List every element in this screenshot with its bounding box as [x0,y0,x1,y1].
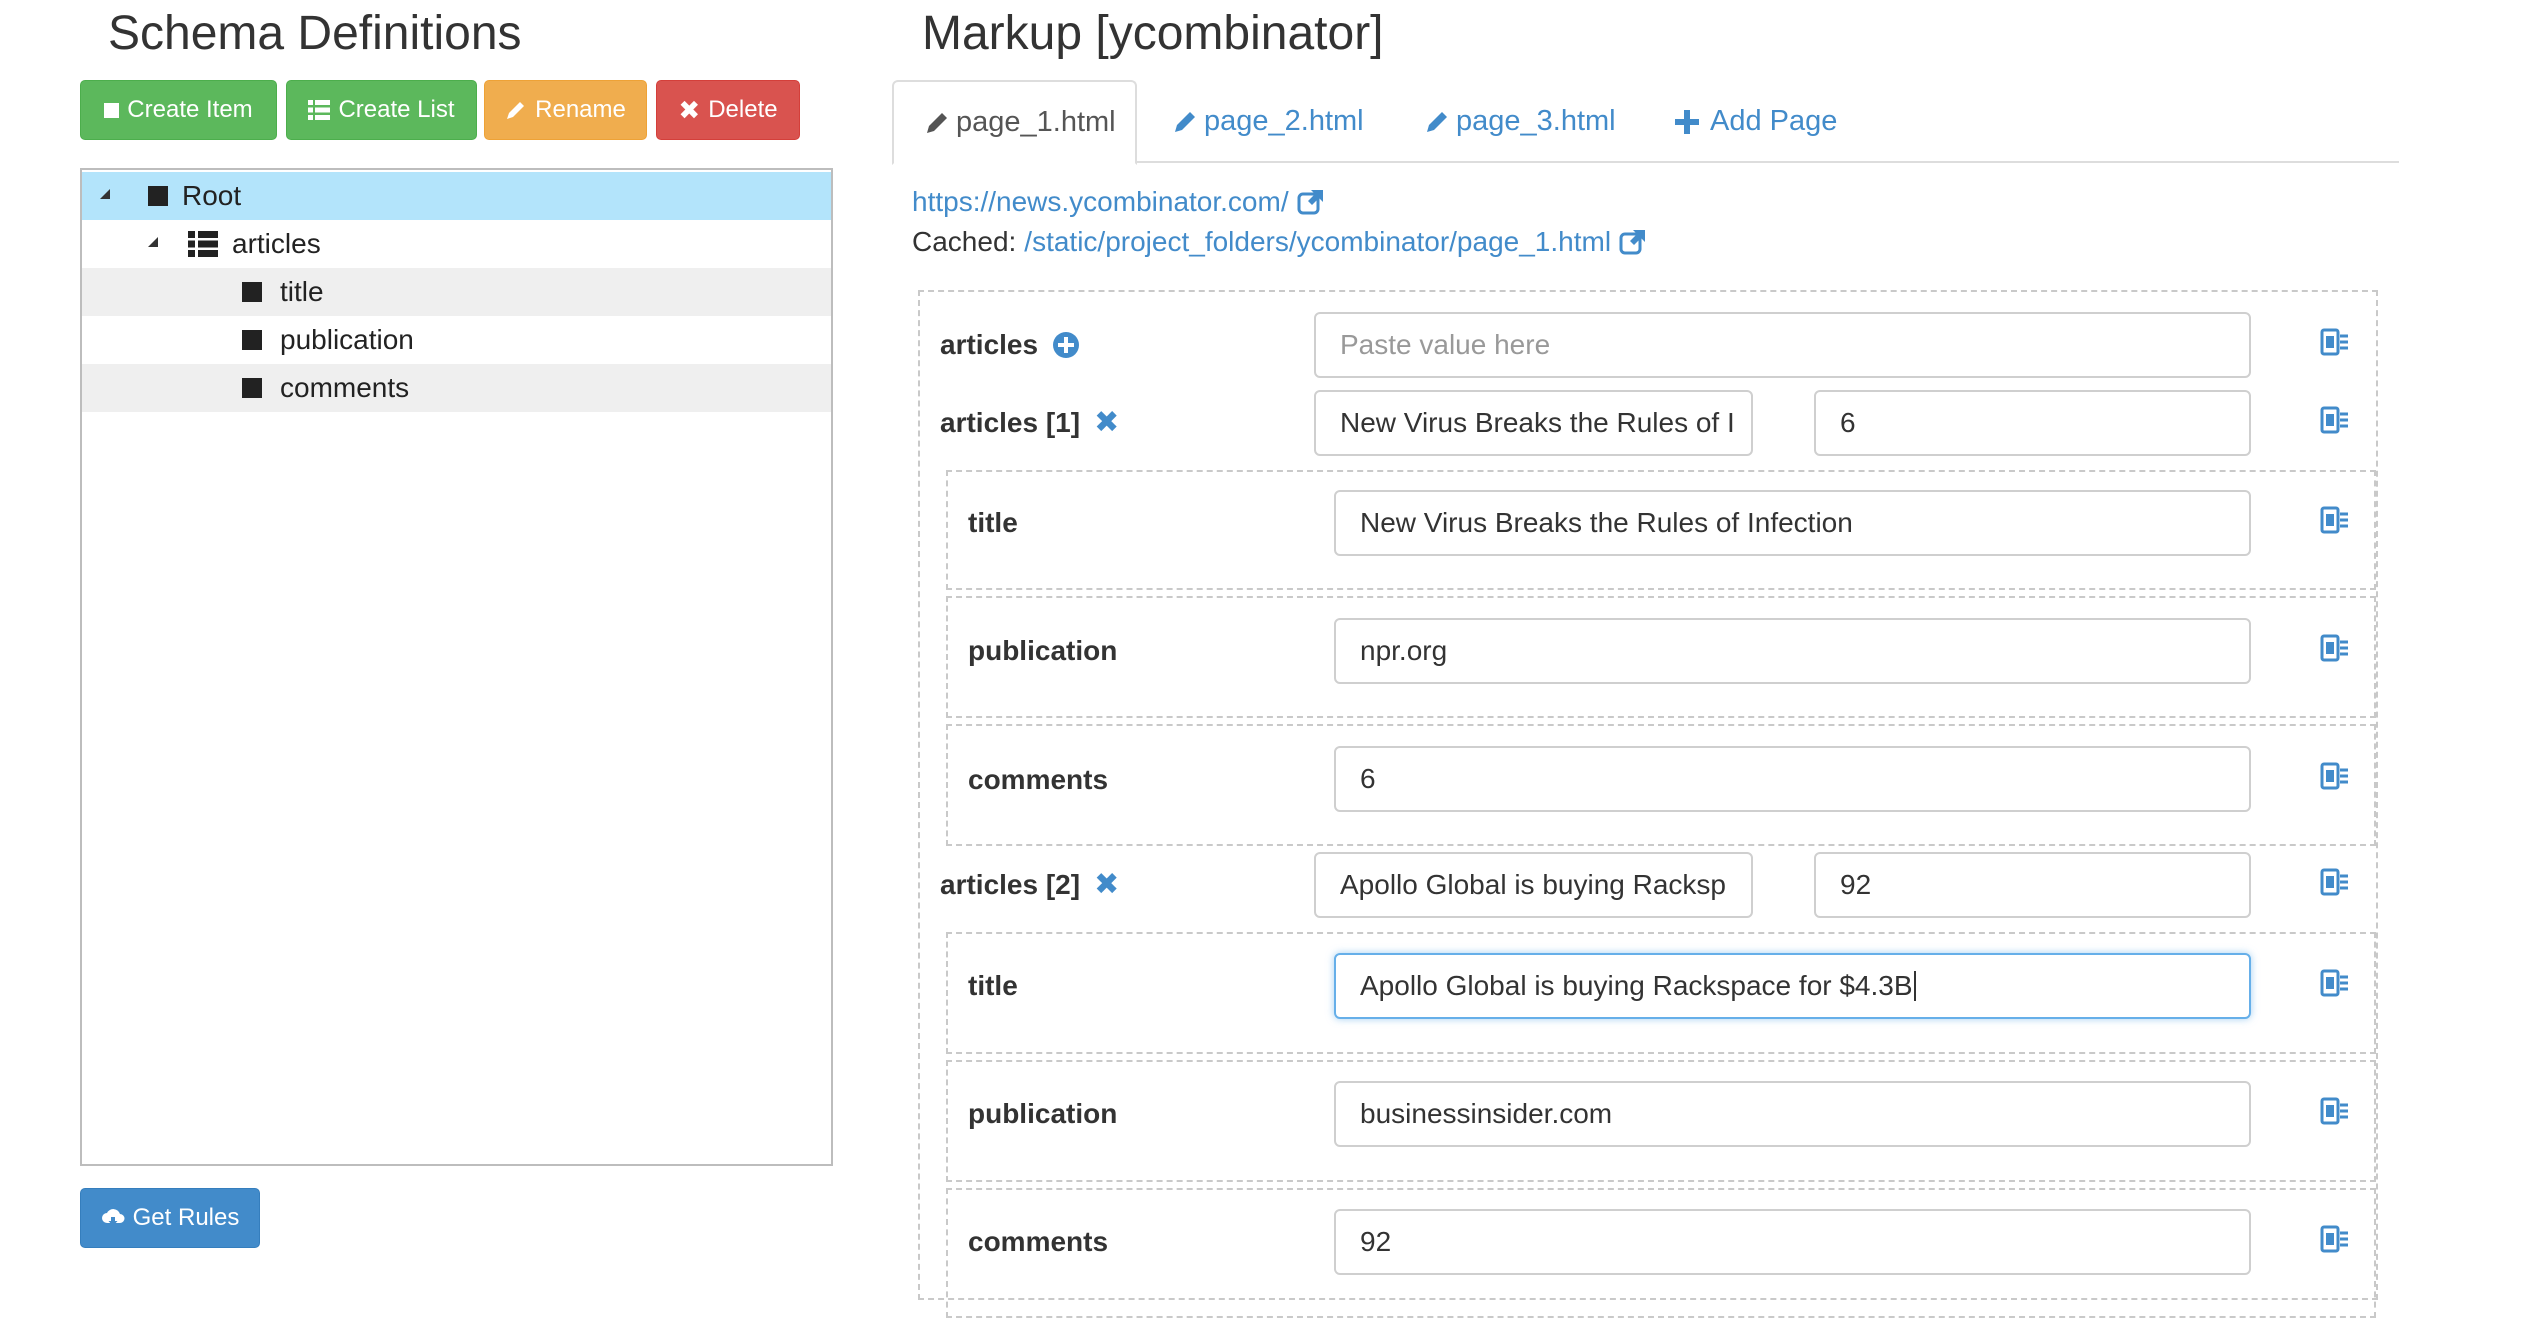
tab-label: page_2.html [1204,105,1364,137]
pencil-icon [1175,111,1195,132]
x-icon: ✖ [678,94,701,125]
selector-icon[interactable] [2320,328,2350,356]
articles-2-label-row: articles [2] ✖ [940,867,1119,903]
create-item-label: Create Item [127,96,253,123]
article-2-title-input[interactable]: Apollo Global is buying Rackspace for $4… [1334,953,2251,1019]
create-list-button[interactable]: Create List [286,80,477,140]
cached-row: Cached: /static/project_folders/ycombina… [912,226,1647,258]
pencil-icon [1427,111,1447,132]
plus-icon [1675,109,1699,134]
get-rules-label: Get Rules [132,1204,240,1231]
selector-icon[interactable] [2320,1225,2350,1253]
pencil-icon [505,99,527,121]
external-link-icon[interactable] [1619,228,1647,256]
article-2-title-value: Apollo Global is buying Rackspace for $4… [1360,970,1913,1001]
tab-page-3[interactable]: page_3.html [1424,80,1616,163]
add-page-tab[interactable]: Add Page [1674,80,1837,163]
pencil-icon [927,112,947,133]
collapse-caret-icon[interactable] [100,189,110,199]
tab-label: page_3.html [1456,105,1616,137]
add-circle-icon[interactable] [1052,331,1080,359]
articles-1-count-input[interactable]: 6 [1814,390,2251,456]
selector-icon[interactable] [2320,969,2350,997]
tab-page-2[interactable]: page_2.html [1172,80,1364,163]
delete-button[interactable]: ✖ Delete [656,80,800,140]
create-item-button[interactable]: Create Item [80,80,277,140]
cloud-download-icon [101,1208,125,1228]
article-1-comments-input[interactable]: 6 [1334,746,2251,812]
field-label: comments [968,1226,1109,1257]
list-icon [308,100,331,120]
selector-icon[interactable] [2320,762,2350,790]
source-url-link[interactable]: https://news.ycombinator.com/ [912,186,1289,218]
tree-node-label: title [280,276,324,307]
list-icon [188,231,218,257]
tree-node-label: comments [280,372,410,403]
square-icon [104,102,120,118]
articles-1-label-row: articles [1] ✖ [940,405,1119,441]
articles-1-value-input[interactable]: New Virus Breaks the Rules of I [1314,390,1753,456]
selector-icon[interactable] [2320,506,2350,534]
field-label: articles [940,329,1039,360]
article-1-publication-input[interactable]: npr.org [1334,618,2251,684]
source-url-row: https://news.ycombinator.com/ [912,186,1325,218]
articles-label-row: articles [940,327,1080,363]
item-icon [242,378,262,398]
tree-node-articles[interactable]: articles [82,220,831,268]
cached-label: Cached: [912,226,1017,257]
schema-tree: Root articles title publication comments [80,168,833,1166]
item-icon [148,186,168,206]
get-rules-button[interactable]: Get Rules [80,1188,260,1248]
selector-icon[interactable] [2320,406,2350,434]
external-link-icon[interactable] [1297,188,1325,216]
item-icon [242,282,262,302]
tree-node-root[interactable]: Root [82,172,831,220]
rename-label: Rename [535,96,626,123]
articles-2-value-input[interactable]: Apollo Global is buying Racksp [1314,852,1753,918]
articles-2-count-input[interactable]: 92 [1814,852,2251,918]
delete-label: Delete [708,96,778,123]
article-2-comments-input[interactable]: 92 [1334,1209,2251,1275]
article-1-title-input[interactable]: New Virus Breaks the Rules of Infection [1334,490,2251,556]
articles-value-input[interactable]: Paste value here [1314,312,2251,378]
cached-path-link[interactable]: /static/project_folders/ycombinator/page… [1024,226,1611,258]
page-tabs: page_1.html page_2.html page_3.html Add … [892,80,2399,165]
remove-x-icon[interactable]: ✖ [1094,408,1119,438]
tree-node-label: articles [232,228,321,259]
collapse-caret-icon[interactable] [148,237,158,247]
selector-icon[interactable] [2320,634,2350,662]
selector-icon[interactable] [2320,868,2350,896]
field-label: publication [968,1098,1118,1129]
add-page-label: Add Page [1710,105,1838,137]
field-label: articles [1] [940,407,1081,438]
field-label: title [968,507,1018,538]
tree-node-label: publication [280,324,414,355]
tree-node-label: Root [182,180,242,211]
tab-label: page_1.html [956,106,1116,138]
article-2-publication-input[interactable]: businessinsider.com [1334,1081,2251,1147]
tab-page-1[interactable]: page_1.html [892,80,1137,165]
rename-button[interactable]: Rename [484,80,647,140]
tree-node-comments[interactable]: comments [82,364,831,412]
field-label: articles [2] [940,869,1081,900]
text-cursor [1913,971,1916,1001]
field-label: comments [968,764,1109,795]
markup-title: Markup [ycombinator] [922,7,1384,60]
selector-icon[interactable] [2320,1097,2350,1125]
schema-title: Schema Definitions [108,7,522,60]
field-label: publication [968,635,1118,666]
tree-node-publication[interactable]: publication [82,316,831,364]
item-icon [242,330,262,350]
tree-node-title[interactable]: title [82,268,831,316]
field-label: title [968,970,1018,1001]
remove-x-icon[interactable]: ✖ [1094,870,1119,900]
create-list-label: Create List [338,96,455,123]
